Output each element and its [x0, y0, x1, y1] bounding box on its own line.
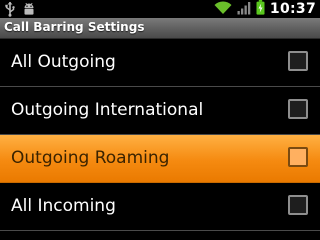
setting-item-all-outgoing[interactable]: All Outgoing: [0, 39, 320, 87]
setting-label: All Incoming: [11, 196, 116, 216]
setting-item-all-incoming[interactable]: All Incoming: [0, 183, 320, 231]
setting-item-outgoing-roaming[interactable]: Outgoing Roaming: [0, 135, 320, 183]
title-bar: Call Barring Settings: [0, 18, 320, 39]
android-debug-icon: [22, 1, 36, 17]
setting-label: Outgoing International: [11, 100, 204, 120]
setting-checkbox[interactable]: [288, 51, 308, 71]
battery-charging-icon: [256, 0, 265, 19]
setting-label: All Outgoing: [11, 52, 116, 72]
setting-checkbox[interactable]: [288, 147, 308, 167]
signal-icon: [237, 0, 251, 19]
wifi-icon: [214, 0, 232, 19]
setting-checkbox[interactable]: [288, 99, 308, 119]
settings-list: All Outgoing Outgoing International Outg…: [0, 39, 320, 231]
clock: 10:37: [269, 1, 316, 17]
page-title: Call Barring Settings: [4, 20, 145, 34]
status-bar: 10:37: [0, 0, 320, 18]
setting-checkbox[interactable]: [288, 195, 308, 215]
usb-icon: [4, 1, 16, 17]
setting-label: Outgoing Roaming: [11, 148, 170, 168]
notification-icons: [4, 1, 36, 17]
setting-item-outgoing-international[interactable]: Outgoing International: [0, 87, 320, 135]
system-icons: 10:37: [214, 0, 316, 18]
